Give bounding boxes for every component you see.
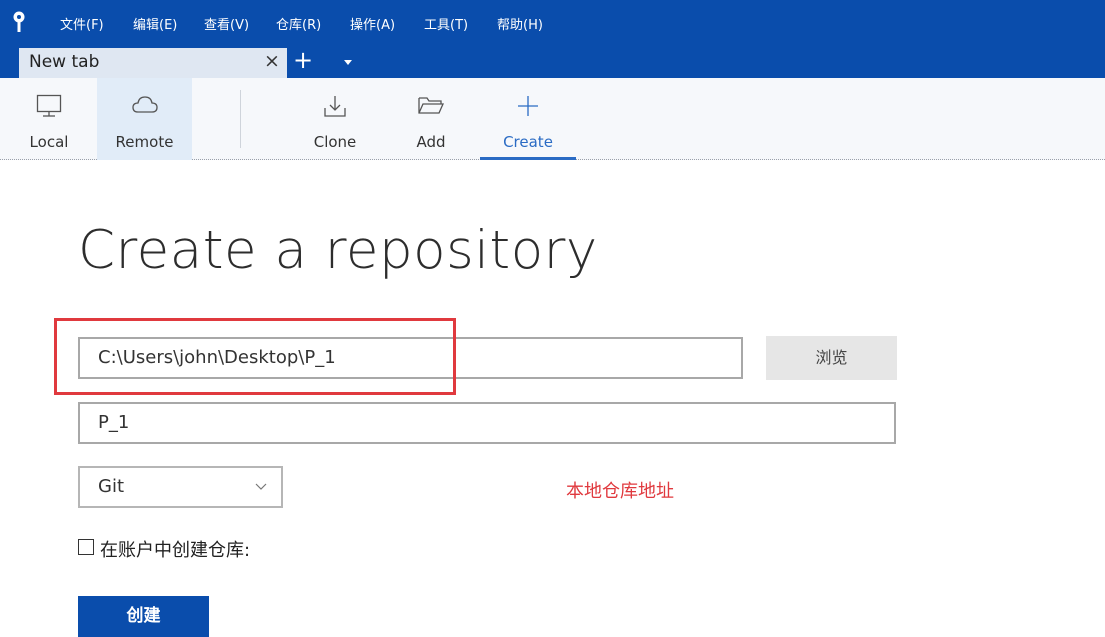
menu-file[interactable]: 文件(F) xyxy=(60,14,104,33)
menu-tools[interactable]: 工具(T) xyxy=(424,14,468,33)
page-title: Create a repository xyxy=(78,220,598,281)
toolbar-create-button[interactable]: Create xyxy=(480,78,576,160)
destination-path-input[interactable]: C:\Users\john\Desktop\P_1 xyxy=(78,337,743,379)
toolbar-add-label: Add xyxy=(416,133,446,151)
add-tab-icon[interactable]: + xyxy=(293,46,313,74)
menu-view[interactable]: 查看(V) xyxy=(204,14,249,33)
create-button[interactable]: 创建 xyxy=(78,596,209,637)
tab-new-tab[interactable]: New tab × xyxy=(19,48,287,78)
create-on-account-checkbox[interactable] xyxy=(78,539,94,555)
toolbar-local-label: Local xyxy=(29,133,69,151)
cloud-icon xyxy=(131,96,158,113)
tab-title: New tab xyxy=(29,52,100,72)
monitor-icon xyxy=(36,94,62,117)
toolbar-clone-button[interactable]: Clone xyxy=(300,78,370,160)
toolbar: Local Remote Clone Add Create xyxy=(0,78,1105,160)
toolbar-local-button[interactable]: Local xyxy=(19,78,79,160)
menu-help[interactable]: 帮助(H) xyxy=(497,14,543,33)
repository-name-input[interactable]: P_1 xyxy=(78,402,896,444)
browse-button[interactable]: 浏览 xyxy=(766,336,897,380)
menu-repository[interactable]: 仓库(R) xyxy=(276,14,321,33)
chevron-down-icon xyxy=(255,483,267,490)
annotation-label: 本地仓库地址 xyxy=(566,481,674,502)
toolbar-add-button[interactable]: Add xyxy=(400,78,462,160)
toolbar-remote-label: Remote xyxy=(115,133,174,151)
folder-icon xyxy=(418,97,445,114)
vcs-type-value: Git xyxy=(98,476,125,497)
tab-dropdown-icon[interactable] xyxy=(341,55,355,69)
menu-bar: 文件(F) 编辑(E) 查看(V) 仓库(R) 操作(A) 工具(T) 帮助(H… xyxy=(0,0,1105,48)
download-icon xyxy=(324,96,346,117)
toolbar-remote-button[interactable]: Remote xyxy=(97,78,192,160)
app-logo-icon xyxy=(13,11,25,32)
toolbar-create-label: Create xyxy=(503,133,553,151)
vcs-type-select[interactable]: Git xyxy=(78,466,283,508)
create-on-account-label: 在账户中创建仓库: xyxy=(100,540,251,561)
toolbar-separator xyxy=(240,90,241,148)
tab-close-icon[interactable]: × xyxy=(264,50,280,72)
menu-actions[interactable]: 操作(A) xyxy=(350,14,395,33)
title-bar: 文件(F) 编辑(E) 查看(V) 仓库(R) 操作(A) 工具(T) 帮助(H… xyxy=(0,0,1105,78)
plus-icon xyxy=(518,96,538,116)
selected-tab-indicator xyxy=(480,157,576,160)
toolbar-clone-label: Clone xyxy=(313,133,357,151)
menu-edit[interactable]: 编辑(E) xyxy=(133,14,177,33)
